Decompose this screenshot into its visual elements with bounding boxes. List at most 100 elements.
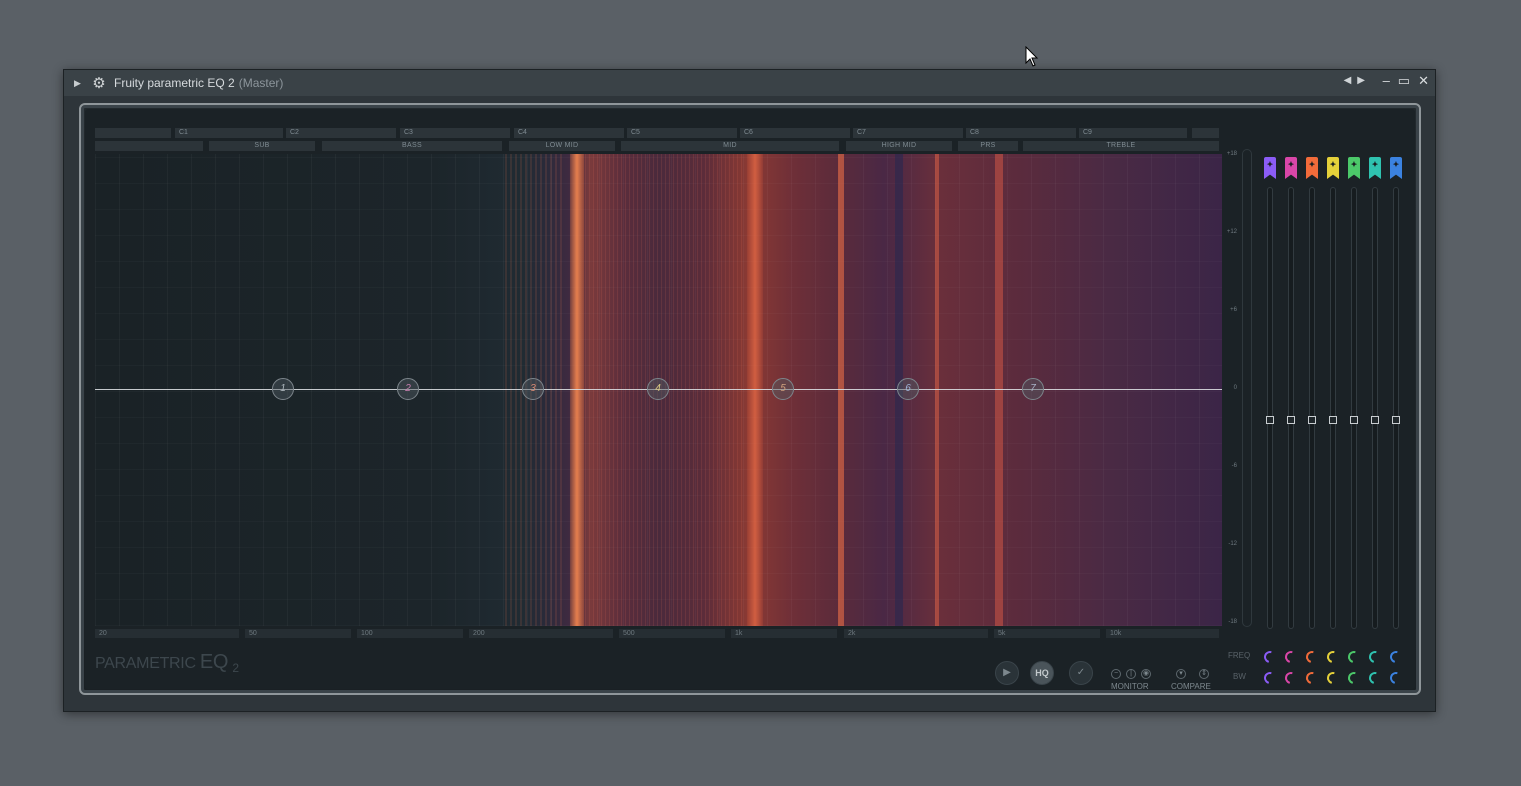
monitor-label: MONITOR — [1111, 682, 1149, 691]
band-4-type-icon[interactable]: ✦ — [1327, 157, 1339, 179]
eq-node-7[interactable]: 7 — [1022, 378, 1044, 400]
band-label-mid: MID — [621, 141, 839, 151]
freq-label: 10k — [1106, 629, 1219, 638]
band-3-type-icon[interactable]: ✦ — [1306, 157, 1318, 179]
spectrum-peak — [935, 154, 939, 626]
freq-label: 5k — [994, 629, 1100, 638]
band-label-prs: PRS — [958, 141, 1018, 151]
band-1-type-icon[interactable]: ✦ — [1264, 157, 1276, 179]
freq-label: 500 — [619, 629, 725, 638]
compare-label: COMPARE — [1171, 682, 1211, 691]
note-label — [1192, 128, 1219, 138]
slider-track — [1267, 187, 1273, 629]
minimize-icon[interactable]: – — [1383, 73, 1390, 89]
slider-track — [1393, 187, 1399, 629]
slider-handle[interactable] — [1308, 416, 1316, 424]
freq-label: 200 — [469, 629, 613, 638]
band-6-type-icon[interactable]: ✦ — [1369, 157, 1381, 179]
band-6-gain-slider[interactable]: ✦ — [1369, 157, 1381, 629]
eq-node-6[interactable]: 6 — [897, 378, 919, 400]
spectrum-graph[interactable]: 1 2 3 4 5 6 7 — [95, 154, 1222, 626]
band-2-type-icon[interactable]: ✦ — [1285, 157, 1297, 179]
compare-swap-icon[interactable]: ⇕ — [1199, 669, 1209, 679]
band-4-gain-slider[interactable]: ✦ — [1327, 157, 1339, 629]
eq-node-1[interactable]: 1 — [272, 378, 294, 400]
plugin-window: ▶ ⚙ Fruity parametric EQ 2 (Master) ◀ ▶ … — [63, 69, 1436, 712]
check-button[interactable]: ✓ — [1069, 661, 1093, 685]
band-5-gain-slider[interactable]: ✦ — [1348, 157, 1360, 629]
note-label — [95, 128, 171, 138]
slider-handle[interactable] — [1350, 416, 1358, 424]
window-title: Fruity parametric EQ 2 — [114, 76, 235, 90]
window-subtitle: (Master) — [238, 76, 284, 90]
prev-preset-icon[interactable]: ◀ — [1344, 75, 1352, 86]
window-titlebar[interactable]: ▶ ⚙ Fruity parametric EQ 2 (Master) ◀ ▶ … — [64, 70, 1435, 96]
monitor-solo-icon[interactable]: ◉ — [1141, 669, 1151, 679]
band-7-gain-slider[interactable]: ✦ — [1390, 157, 1402, 629]
eq-node-4[interactable]: 4 — [647, 378, 669, 400]
play-button[interactable]: ▶ — [995, 661, 1019, 685]
slider-track — [1372, 187, 1378, 629]
band-label-sub: SUB — [209, 141, 315, 151]
spectrum-peak — [838, 154, 844, 626]
close-icon[interactable]: ✕ — [1418, 73, 1429, 89]
note-label: C6 — [740, 128, 850, 138]
eq-panel: C1 C2 C3 C4 C5 C6 C7 C8 C9 SUB BASS LOW … — [79, 103, 1421, 695]
freq-label: 20 — [95, 629, 239, 638]
expand-arrow-icon[interactable]: ▶ — [74, 78, 84, 89]
note-label: C7 — [853, 128, 963, 138]
band-label — [95, 141, 203, 151]
band-3-gain-slider[interactable]: ✦ — [1306, 157, 1318, 629]
slider-track — [1330, 187, 1336, 629]
monitor-off-icon[interactable]: − — [1111, 669, 1121, 679]
db-label: -12 — [1228, 541, 1237, 547]
band-7-type-icon[interactable]: ✦ — [1390, 157, 1402, 179]
note-label: C2 — [286, 128, 396, 138]
maximize-icon[interactable]: ▭ — [1398, 73, 1410, 89]
db-label: +6 — [1230, 307, 1237, 313]
note-ruler: C1 C2 C3 C4 C5 C6 C7 C8 C9 — [95, 128, 1219, 138]
logo-text: PARAMETRIC — [95, 655, 196, 672]
band-5-type-icon[interactable]: ✦ — [1348, 157, 1360, 179]
db-label: +18 — [1226, 151, 1237, 157]
slider-track — [1309, 187, 1315, 629]
band-1-gain-slider[interactable]: ✦ — [1264, 157, 1276, 629]
freq-label: 50 — [245, 629, 351, 638]
output-meter — [1242, 149, 1252, 627]
hq-button[interactable]: HQ — [1030, 661, 1054, 685]
band-2-gain-slider[interactable]: ✦ — [1285, 157, 1297, 629]
band-label-bass: BASS — [322, 141, 502, 151]
plugin-logo: PARAMETRIC EQ 2 — [95, 651, 239, 675]
monitor-band-icon[interactable]: | — [1126, 669, 1136, 679]
note-label: C4 — [514, 128, 624, 138]
gear-icon[interactable]: ⚙ — [90, 74, 108, 92]
logo-number: 2 — [232, 661, 239, 676]
spectrum-peak — [747, 154, 763, 626]
logo-eq: EQ — [199, 651, 229, 673]
slider-handle[interactable] — [1371, 416, 1379, 424]
compare-down-icon[interactable]: ▾ — [1176, 669, 1186, 679]
freq-label: 1k — [731, 629, 837, 638]
slider-track — [1288, 187, 1294, 629]
eq-node-2[interactable]: 2 — [397, 378, 419, 400]
slider-handle[interactable] — [1329, 416, 1337, 424]
slider-track — [1351, 187, 1357, 629]
spectrum-peak — [570, 154, 584, 626]
bw-row-label: BW — [1233, 672, 1246, 681]
next-preset-icon[interactable]: ▶ — [1357, 75, 1365, 86]
band-label-treble: TREBLE — [1023, 141, 1219, 151]
slider-handle[interactable] — [1392, 416, 1400, 424]
slider-handle[interactable] — [1287, 416, 1295, 424]
spectrum-peak — [995, 154, 1003, 626]
db-label: -18 — [1228, 619, 1237, 625]
note-label: C1 — [175, 128, 283, 138]
db-scale: +18 +12 +6 0 -6 -12 -18 — [1221, 149, 1237, 627]
eq-node-5[interactable]: 5 — [772, 378, 794, 400]
note-label: C8 — [966, 128, 1076, 138]
db-label: 0 — [1233, 385, 1237, 391]
slider-handle[interactable] — [1266, 416, 1274, 424]
freq-row-label: FREQ — [1228, 651, 1251, 660]
db-label: +12 — [1226, 229, 1237, 235]
eq-node-3[interactable]: 3 — [522, 378, 544, 400]
db-label: -6 — [1231, 463, 1237, 469]
